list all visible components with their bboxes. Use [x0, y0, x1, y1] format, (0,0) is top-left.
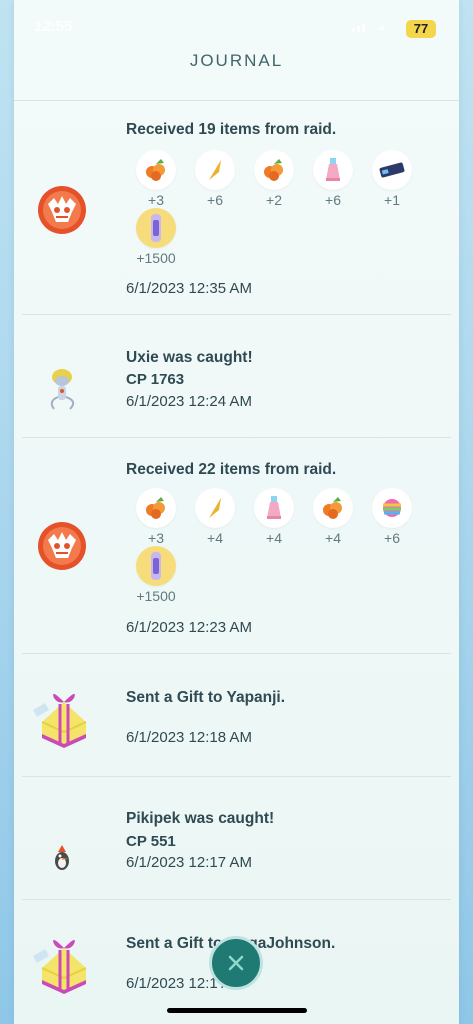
rare-candy-icon — [195, 488, 235, 528]
gift-icon — [32, 684, 96, 750]
item-qty: +1 — [384, 192, 400, 208]
reward-item: +4 — [252, 488, 296, 546]
reward-item: +4 — [311, 488, 355, 546]
item-qty: +4 — [266, 530, 282, 546]
tm-icon — [372, 150, 412, 190]
raid-icon — [34, 182, 90, 238]
potion-icon — [254, 488, 294, 528]
entry-timestamp: 6/1/2023 12:35 AM — [126, 280, 252, 297]
reward-item: +4 — [193, 488, 237, 546]
status-time: 12:55 — [34, 18, 73, 35]
journal-entry-catch-uxie[interactable]: Uxie was caught! CP 1763 6/1/2023 12:24 … — [14, 315, 459, 437]
item-qty: +3 — [148, 530, 164, 546]
item-qty: +1500 — [136, 588, 176, 604]
entry-heading: Sent a Gift to Yapanji. — [126, 689, 286, 706]
entry-timestamp: 6/1/2023 12:17 AM — [126, 854, 252, 871]
item-qty: +6 — [207, 192, 223, 208]
combat-power: CP 1763 — [126, 371, 185, 388]
reward-item: +3 — [134, 150, 178, 208]
close-icon — [228, 955, 244, 971]
reward-item: +1500 — [134, 208, 178, 266]
reward-item: +6 — [193, 150, 237, 208]
mega-energy-icon — [136, 208, 176, 248]
item-qty: +6 — [384, 530, 400, 546]
journal-panel: JOURNAL Received 19 items from raid. +3 … — [14, 0, 459, 1024]
item-qty: +4 — [207, 530, 223, 546]
entry-timestamp: 6/1/2023 12:24 AM — [126, 393, 252, 410]
mega-energy-icon — [136, 546, 176, 586]
status-bar: 12:55 77 — [0, 0, 473, 46]
home-indicator[interactable] — [167, 1008, 307, 1013]
razz-berry-icon — [136, 150, 176, 190]
battery-badge: 77 — [406, 20, 436, 38]
rare-candy-icon — [195, 150, 235, 190]
journal-entry-raid-1[interactable]: Received 19 items from raid. +3 +6 +2 +6 — [14, 100, 459, 314]
entry-heading: Pikipek was caught! — [126, 810, 275, 827]
reward-item: +6 — [311, 150, 355, 208]
pikipek-icon — [40, 837, 84, 877]
entry-timestamp: 6/1/2023 12:23 AM — [126, 619, 252, 636]
journal-entry-catch-pikipek[interactable]: Pikipek was caught! CP 551 6/1/2023 12:1… — [14, 777, 459, 899]
gift-icon — [32, 930, 96, 996]
item-qty: +3 — [148, 192, 164, 208]
item-qty: +1500 — [136, 250, 176, 266]
entry-timestamp: 6/1/2023 12:18 AM — [126, 729, 252, 746]
item-qty: +4 — [325, 530, 341, 546]
razz-berry-icon — [313, 488, 353, 528]
reward-item: +3 — [134, 488, 178, 546]
entry-heading: Uxie was caught! — [126, 349, 253, 366]
entry-heading: Received 19 items from raid. — [126, 121, 337, 138]
uxie-icon — [34, 361, 90, 417]
reward-item: +1500 — [134, 546, 178, 604]
reward-item: +6 — [370, 488, 414, 546]
combat-power: CP 551 — [126, 833, 176, 850]
razz-berry-icon — [254, 150, 294, 190]
journal-entry-gift-1[interactable]: Sent a Gift to Yapanji. 6/1/2023 12:18 A… — [14, 654, 459, 776]
item-qty: +6 — [325, 192, 341, 208]
reward-item: +1 — [370, 150, 414, 208]
close-button[interactable] — [209, 936, 263, 990]
reward-item: +2 — [252, 150, 296, 208]
razz-berry-icon — [136, 488, 176, 528]
item-qty: +2 — [266, 192, 282, 208]
signal-wifi-icon — [352, 24, 386, 32]
entry-heading: Received 22 items from raid. — [126, 461, 337, 478]
rainbow-candy-icon — [372, 488, 412, 528]
journal-entry-raid-2[interactable]: Received 22 items from raid. +3 +4 +4 +4 — [14, 438, 459, 653]
page-title: JOURNAL — [189, 51, 284, 70]
potion-icon — [313, 150, 353, 190]
raid-icon — [34, 518, 90, 574]
